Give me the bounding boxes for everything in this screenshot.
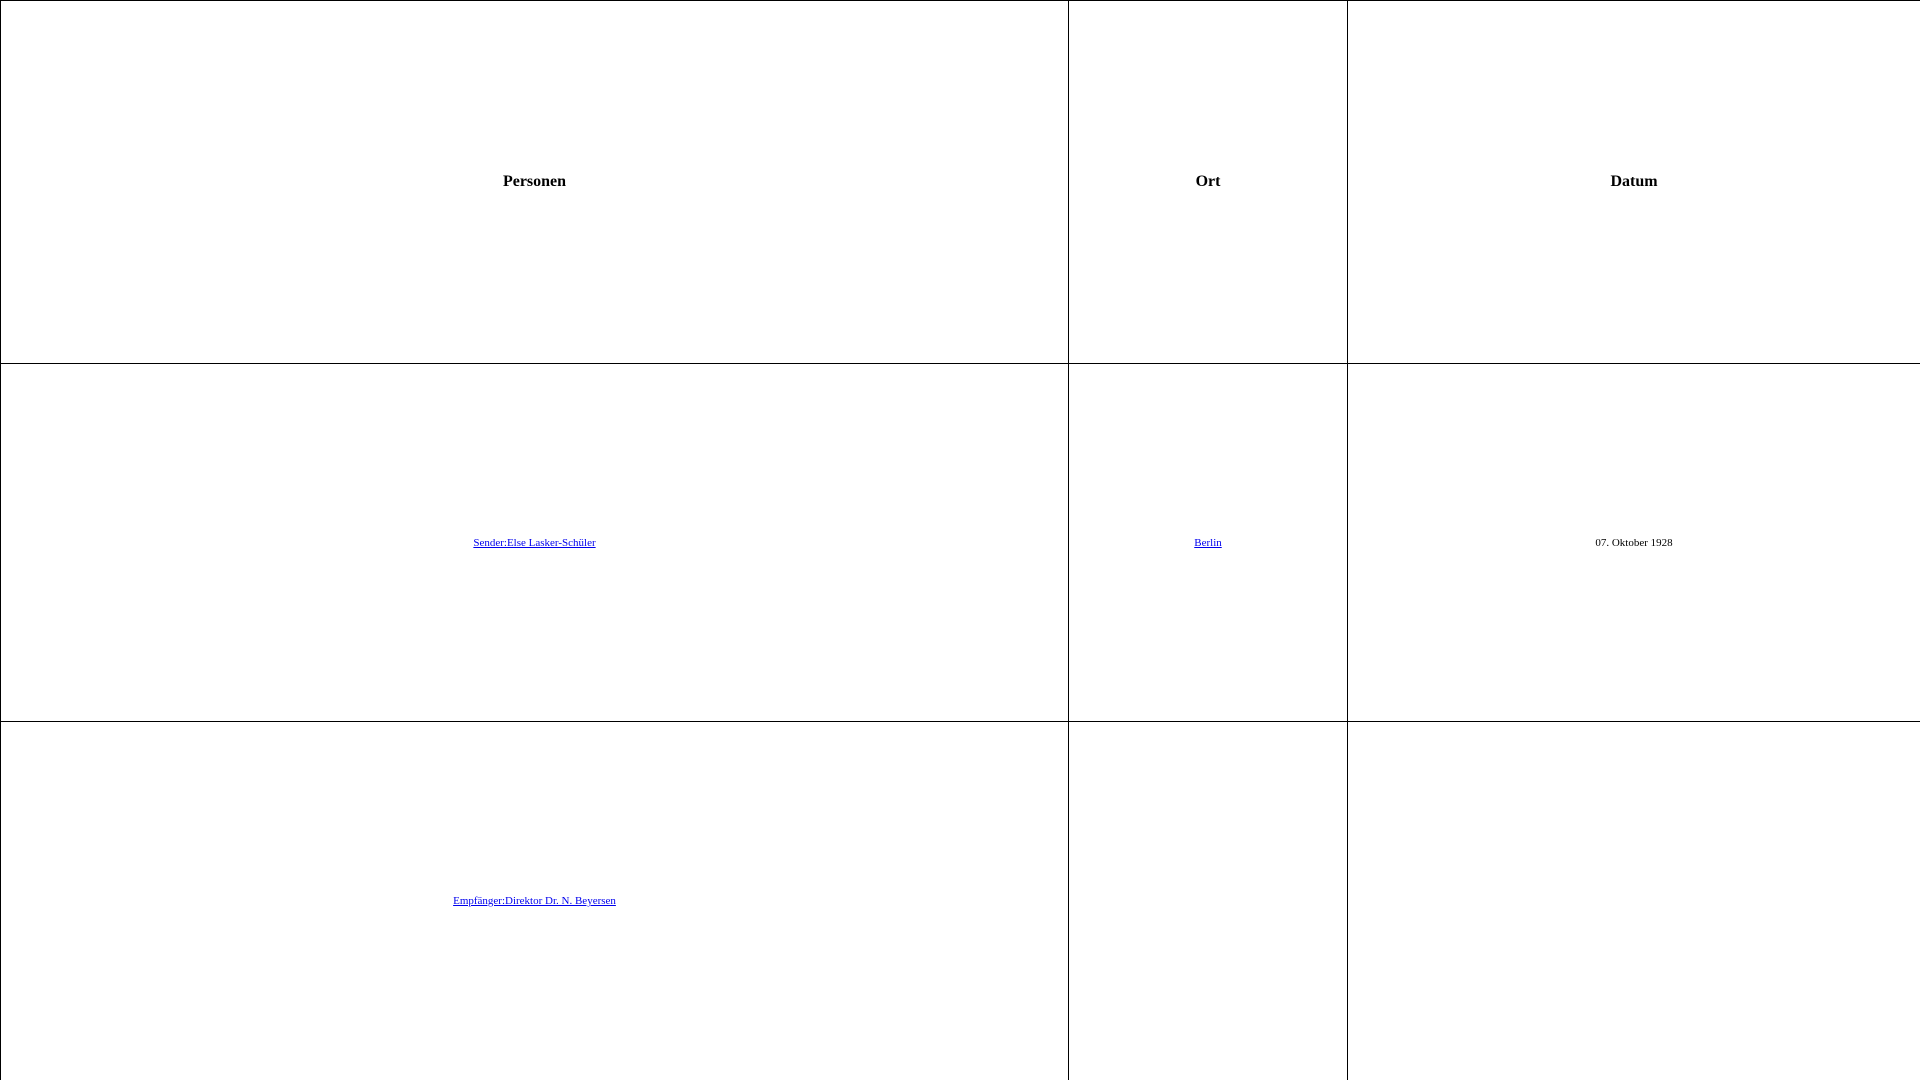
cell-person: Empfänger:Direktor Dr. N. Beyersen — [0, 721, 1069, 1080]
cell-person: Sender:Else Lasker-Schüler — [0, 363, 1069, 722]
header-ort: Ort — [1068, 0, 1348, 364]
letter-metadata-table: Personen Ort Datum Sender:Else Lasker-Sc… — [0, 0, 1920, 1080]
sender-link[interactable]: Sender:Else Lasker-Schüler — [473, 537, 595, 549]
cell-ort — [1068, 721, 1348, 1080]
table-header-row: Personen Ort Datum — [0, 0, 1920, 364]
table-row: Empfänger:Direktor Dr. N. Beyersen — [0, 721, 1920, 1080]
header-personen: Personen — [0, 0, 1069, 364]
cell-datum — [1347, 721, 1920, 1080]
recipient-link[interactable]: Empfänger:Direktor Dr. N. Beyersen — [453, 895, 616, 907]
cell-datum: 07. Oktober 1928 — [1347, 363, 1920, 722]
header-datum: Datum — [1347, 0, 1920, 364]
table-row: Sender:Else Lasker-Schüler Berlin 07. Ok… — [0, 363, 1920, 722]
place-link[interactable]: Berlin — [1194, 537, 1222, 549]
cell-ort: Berlin — [1068, 363, 1348, 722]
